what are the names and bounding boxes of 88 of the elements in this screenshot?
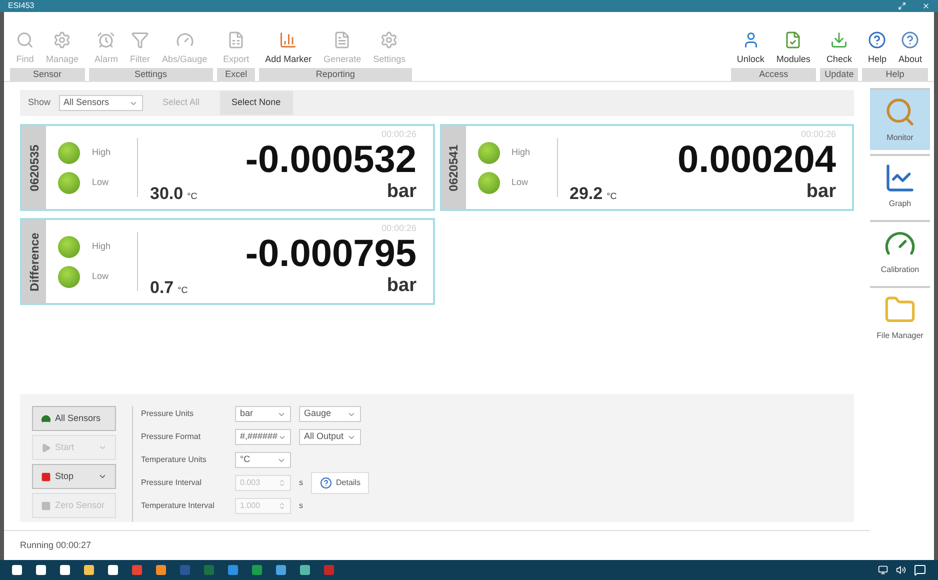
- line-chart-icon: [884, 162, 916, 194]
- close-icon[interactable]: [922, 2, 930, 10]
- taskbar-app-icon[interactable]: [36, 565, 46, 575]
- taskbar-app-icon[interactable]: [84, 565, 94, 575]
- setting-label: Temperature Interval: [141, 500, 216, 512]
- ribbon-group-label: Settings: [88, 68, 214, 81]
- taskbar-app-icon[interactable]: [252, 565, 262, 575]
- funnel-icon: [131, 30, 150, 48]
- setting-label: Pressure Format: [141, 431, 202, 443]
- alarm-label: High: [92, 240, 111, 253]
- caret-icon: [98, 443, 107, 452]
- ribbon-group-label: Access: [730, 68, 816, 81]
- ribbon-button[interactable]: Modules: [772, 30, 814, 66]
- ribbon-group-label: Excel: [217, 68, 256, 81]
- volume-icon[interactable]: [896, 565, 906, 575]
- taskbar-app-icon[interactable]: [156, 565, 166, 575]
- ribbon-button[interactable]: Check: [822, 30, 856, 66]
- taskbar-app-icon[interactable]: [12, 565, 22, 575]
- ribbon-group-label: Help: [862, 68, 928, 81]
- help-icon: [868, 30, 886, 48]
- taskbar-app-icon[interactable]: [60, 565, 70, 575]
- taskbar-app-icon[interactable]: [132, 565, 142, 575]
- pressure-unit: bar: [386, 180, 416, 204]
- taskbar-app-icon[interactable]: [276, 565, 286, 575]
- spreadsheet-icon: [227, 30, 246, 48]
- setting-label: Pressure Units: [141, 408, 194, 420]
- search-icon: [884, 96, 916, 128]
- play-icon: [41, 442, 51, 452]
- gear-icon: [380, 30, 398, 48]
- unit-label: s: [299, 477, 303, 489]
- alarm-label: Low: [512, 176, 528, 189]
- ribbon-group-label: Reporting: [259, 68, 412, 81]
- temperature-reading: 0.7 °C: [150, 276, 188, 298]
- pressure-value: -0.000795: [245, 236, 416, 272]
- alarm-label: Low: [92, 270, 109, 283]
- control-button[interactable]: All Sensors: [32, 406, 116, 431]
- document-icon: [784, 30, 802, 48]
- pressure-unit: bar: [386, 274, 416, 298]
- setting-label: Temperature Units: [141, 454, 208, 466]
- taskbar-app-icon[interactable]: [108, 565, 118, 575]
- alarm-label: High: [92, 146, 111, 159]
- control-button[interactable]: Stop: [32, 464, 116, 489]
- spinner-icon: [278, 502, 286, 510]
- ribbon-button[interactable]: Add Marker: [261, 30, 316, 66]
- ribbon-button[interactable]: Help: [864, 30, 890, 66]
- pressure-unit: bar: [806, 180, 836, 204]
- dropdown[interactable]: #,######: [235, 429, 291, 445]
- maximize-icon[interactable]: [898, 2, 906, 10]
- alarm-clock-icon: [97, 30, 116, 48]
- spinner-icon: [278, 479, 286, 487]
- bar-chart-icon: [279, 30, 298, 48]
- ribbon-button[interactable]: About: [894, 30, 926, 66]
- document-icon: [333, 30, 352, 48]
- help-icon: [320, 477, 332, 489]
- taskbar-app-icon[interactable]: [324, 565, 334, 575]
- setting-label: Pressure Interval: [141, 477, 202, 489]
- gauge-icon: [176, 30, 194, 48]
- gear-icon: [53, 30, 72, 48]
- pressure-value: -0.000532: [245, 142, 416, 178]
- side-nav-tab[interactable]: Monitor: [870, 88, 930, 150]
- dropdown[interactable]: °C: [235, 452, 291, 468]
- taskbar-app-icon[interactable]: [228, 565, 238, 575]
- status-text: Running 00:00:27: [20, 538, 92, 552]
- help-icon: [901, 30, 920, 48]
- stop-icon: [41, 472, 51, 482]
- dropdown[interactable]: bar: [235, 406, 291, 422]
- taskbar-app-icon[interactable]: [300, 565, 310, 575]
- pressure-value: 0.000204: [678, 142, 836, 178]
- download-icon: [830, 30, 848, 48]
- caret-icon: [98, 472, 107, 481]
- show-label: Show: [28, 96, 51, 110]
- alarm-label: Low: [92, 176, 109, 189]
- ribbon-group-label: Update: [820, 68, 858, 81]
- temperature-reading: 29.2 °C: [570, 182, 617, 204]
- select-button[interactable]: Select None: [220, 91, 293, 115]
- dropdown[interactable]: Gauge: [299, 406, 361, 422]
- alarm-label: High: [512, 146, 530, 159]
- notification-icon[interactable]: [914, 564, 926, 576]
- network-icon[interactable]: [878, 565, 888, 575]
- ribbon-button[interactable]: Unlock: [732, 30, 768, 66]
- dropdown[interactable]: All Output: [299, 429, 361, 445]
- dropdown[interactable]: All Sensors: [58, 95, 143, 111]
- unit-label: s: [299, 500, 303, 512]
- temperature-reading: 30.0 °C: [150, 182, 198, 204]
- find-icon: [16, 30, 34, 48]
- ribbon-group-label: Sensor: [10, 68, 85, 81]
- square-icon: [41, 500, 51, 510]
- window-title: ESI453: [8, 2, 34, 10]
